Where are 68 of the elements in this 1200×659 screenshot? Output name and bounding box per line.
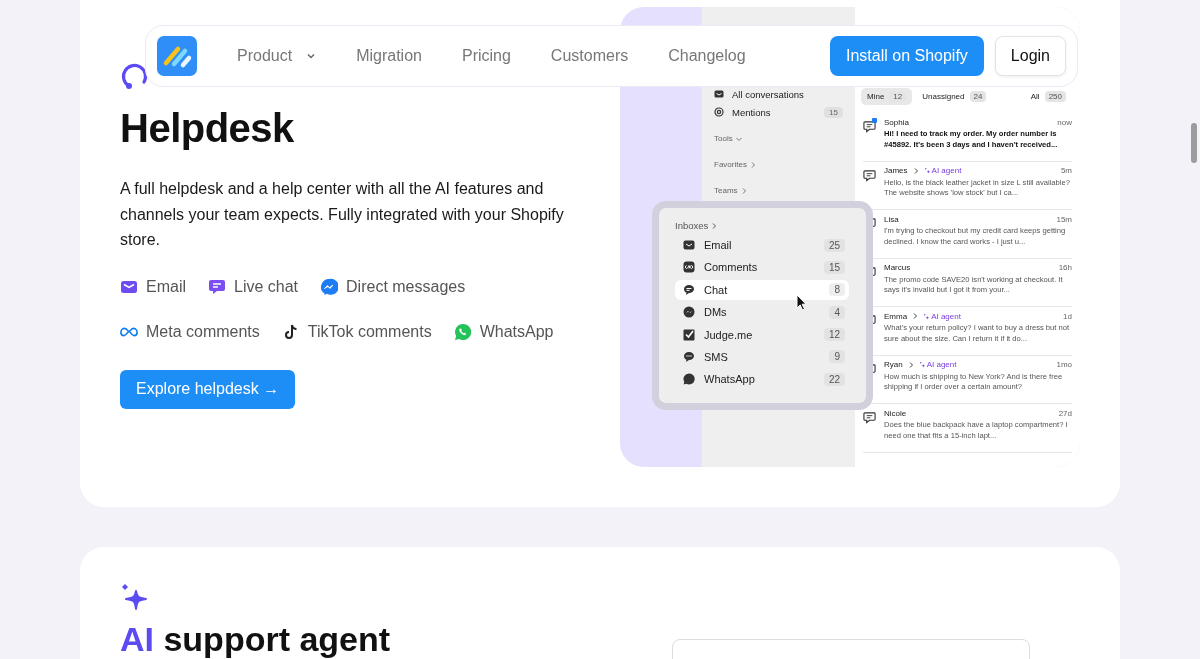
sparkle-icon [918, 361, 926, 368]
infinity-icon [683, 261, 695, 274]
customer-name: Lisa [884, 214, 899, 224]
inbox-item[interactable]: Comments 15 [675, 257, 849, 278]
chevron-right-icon [710, 221, 719, 230]
section-title: AI support agent [120, 619, 391, 659]
scrollbar-thumb[interactable] [1191, 123, 1197, 163]
section-title: Helpdesk [120, 105, 295, 152]
section-toggle[interactable]: Tools [714, 134, 733, 143]
inbox-item[interactable]: WhatsApp 22 [675, 369, 849, 390]
message-time: 1mo [1056, 360, 1072, 369]
customer-name: Sophia [884, 117, 909, 127]
panel-heading: Inboxes [675, 220, 709, 231]
channel-label: Direct messages [346, 277, 466, 296]
nav-link[interactable]: Migration [356, 47, 422, 65]
chat-bubble-icon [208, 277, 226, 296]
chat-bubble-icon [683, 283, 695, 296]
whatsapp-icon [683, 373, 695, 386]
inbox-item[interactable]: Judge.me 12 [675, 324, 849, 345]
customer-name: Ryan [884, 360, 903, 369]
whatsapp-icon [453, 322, 472, 341]
customer-name: James [884, 166, 908, 175]
message-time: 1d [1063, 311, 1072, 321]
login-button[interactable]: Login [994, 36, 1066, 76]
nav-link[interactable]: Product [237, 47, 317, 65]
message-time: 27d [1058, 408, 1072, 418]
channel-label: Meta comments [146, 322, 260, 341]
channel-label: Email [146, 277, 186, 296]
customer-name: Nicole [884, 408, 907, 418]
messenger-icon [320, 277, 339, 296]
chevron-right-icon [911, 312, 920, 320]
message-time: 16h [1058, 263, 1072, 272]
messenger-icon [683, 306, 695, 319]
message-time: 5m [1060, 166, 1072, 175]
channel-label: TikTok comments [307, 322, 432, 341]
filter-tab[interactable]: Mine 12 [861, 88, 913, 105]
ai-agent-tag: AI agent [931, 311, 961, 321]
message-time: 15m [1056, 214, 1072, 224]
sms-bubble-icon [683, 350, 695, 363]
section-toggle[interactable]: Favorites [714, 160, 747, 169]
sparkle-icon [923, 167, 931, 174]
ai-agent-tag: AI agent [926, 360, 957, 369]
inbox-icon [714, 89, 724, 99]
checkbox-icon [683, 328, 695, 341]
count-badge: 15 [824, 106, 843, 118]
nav-link[interactable]: Changelog [668, 47, 746, 65]
logo-icon[interactable] [157, 36, 197, 76]
nav-link[interactable]: Pricing [461, 47, 511, 65]
channel-label: Live chat [234, 277, 299, 296]
customer-name: Emma [884, 311, 908, 321]
envelope-icon [683, 239, 695, 251]
section-toggle[interactable]: Teams [714, 186, 738, 195]
sparkle-icon [923, 312, 931, 320]
customer-name: Marcus [884, 263, 911, 272]
inbox-item[interactable]: SMS 9 [675, 346, 849, 367]
sidebar-item[interactable]: All conversations [732, 88, 855, 100]
sparkle-icon [120, 583, 150, 613]
sidebar-item[interactable]: Mentions [732, 106, 825, 118]
filter-tab[interactable]: All 250 [1024, 88, 1072, 105]
inbox-item[interactable]: Chat 8 [675, 279, 849, 300]
section-description: A full helpdesk and a help center with all the AI features and channels your team expects. Fully integrated with your Shopify store. [120, 179, 565, 250]
mouse-cursor-icon [796, 294, 808, 312]
filter-tab[interactable]: Unassigned 24 [916, 88, 993, 105]
nav-link[interactable]: Customers [550, 47, 629, 65]
ai-agent-tag: AI agent [931, 166, 962, 175]
message-time: now [1057, 117, 1072, 127]
inbox-item[interactable]: Email 25 [675, 235, 849, 255]
channel-label: WhatsApp [479, 322, 554, 341]
